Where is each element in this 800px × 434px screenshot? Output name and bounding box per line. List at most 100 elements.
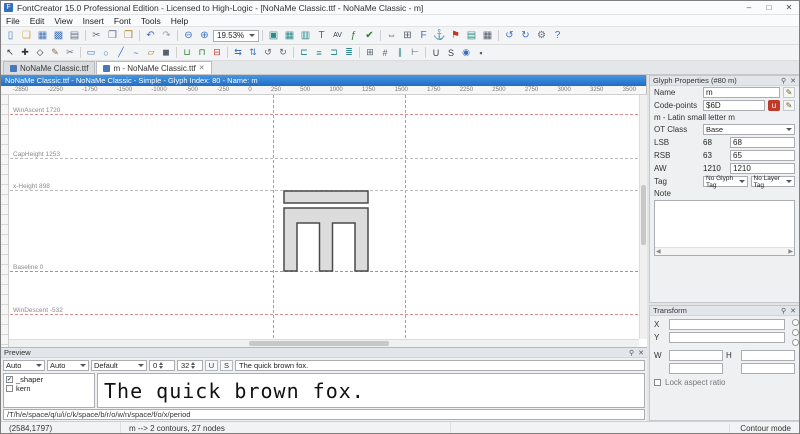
up-arrow-icon[interactable] xyxy=(191,361,196,365)
pen-tool-icon[interactable]: ✎ xyxy=(48,46,62,59)
grid-icon[interactable]: ▦ xyxy=(480,29,495,43)
copy-icon[interactable]: ❐ xyxy=(105,29,120,43)
font-overview-icon[interactable]: ▦ xyxy=(282,29,297,43)
list-item[interactable]: ✔ _shaper xyxy=(6,375,92,384)
h-field[interactable] xyxy=(741,350,795,361)
glyph-canvas[interactable]: WinAscent 1720 CapHeight 1253 x-Height 8… xyxy=(1,95,647,347)
metrics-lines-icon[interactable]: ⊢ xyxy=(408,46,422,59)
menu-tools[interactable]: Tools xyxy=(136,15,166,26)
maximize-button[interactable]: □ xyxy=(759,1,779,14)
anchor-dot[interactable] xyxy=(792,319,799,326)
checkbox-unchecked[interactable] xyxy=(6,385,13,392)
lock-aspect-row[interactable]: Lock aspect ratio xyxy=(650,375,799,390)
pin-icon[interactable]: ⚲ xyxy=(781,77,786,85)
preview-toggle-icon[interactable]: ◉ xyxy=(459,46,473,59)
tab-font-overview[interactable]: NoNaMe Classic.ttf xyxy=(3,61,96,74)
tables-icon[interactable]: ▤ xyxy=(464,29,479,43)
strike-toggle-icon[interactable]: S xyxy=(444,46,458,59)
rotate-cw-icon[interactable]: ↻ xyxy=(276,46,290,59)
preview-language-select[interactable]: Auto xyxy=(47,359,89,371)
undo-icon[interactable]: ↶ xyxy=(143,29,158,43)
menu-edit[interactable]: Edit xyxy=(25,15,50,26)
strike-button[interactable]: S xyxy=(220,359,233,371)
save-all-icon[interactable]: ▩ xyxy=(51,29,66,43)
checkbox-checked[interactable]: ✔ xyxy=(6,376,13,383)
w-field[interactable] xyxy=(669,350,723,361)
font-properties-icon[interactable]: F xyxy=(416,29,431,43)
opentype-designer-icon[interactable]: ƒ xyxy=(346,29,361,43)
snap-to-grid-icon[interactable]: ⊞ xyxy=(363,46,377,59)
canvas-vertical-scrollbar[interactable] xyxy=(639,95,647,339)
union-icon[interactable]: ⊔ xyxy=(180,46,194,59)
open-icon[interactable]: ❏ xyxy=(19,29,34,43)
close-icon[interactable]: ✕ xyxy=(790,307,796,315)
close-button[interactable]: ✕ xyxy=(779,1,799,14)
canvas-horizontal-scrollbar[interactable] xyxy=(9,339,639,347)
rsb-field[interactable] xyxy=(730,150,795,161)
underline-button[interactable]: U xyxy=(205,359,218,371)
edit-codepoints-icon[interactable]: ✎ xyxy=(783,100,795,111)
stepper-arrows[interactable] xyxy=(191,361,196,369)
scrollbar-thumb[interactable] xyxy=(249,341,389,346)
codepoints-field[interactable] xyxy=(703,100,765,111)
test-font-icon[interactable]: T xyxy=(314,29,329,43)
pin-icon[interactable]: ⚲ xyxy=(781,307,786,315)
preview-size-stepper[interactable]: 32 xyxy=(177,359,203,371)
menu-insert[interactable]: Insert xyxy=(78,15,109,26)
x-field[interactable] xyxy=(669,319,785,330)
comparison-icon[interactable]: ▥ xyxy=(298,29,313,43)
align-right-icon[interactable]: ⊐ xyxy=(327,46,341,59)
down-arrow-icon[interactable] xyxy=(159,365,164,369)
y-field[interactable] xyxy=(669,332,785,343)
up-arrow-icon[interactable] xyxy=(159,361,164,365)
preview-features-select[interactable]: Default xyxy=(91,359,147,371)
note-field[interactable]: ◀ ▶ xyxy=(654,200,795,256)
line-tool-icon[interactable]: ╱ xyxy=(114,46,128,59)
help-icon[interactable]: ? xyxy=(550,29,565,43)
preview-script-select[interactable]: Auto xyxy=(3,359,45,371)
zoom-out-icon[interactable]: ⊖ xyxy=(181,29,196,43)
anchor-dot[interactable] xyxy=(792,339,799,346)
anchor-point-selector[interactable] xyxy=(791,318,799,347)
note-scrollbar[interactable]: ◀ ▶ xyxy=(655,247,794,255)
select-tool-icon[interactable]: ↖ xyxy=(3,46,17,59)
exclude-icon[interactable]: ⊟ xyxy=(210,46,224,59)
kerning-icon[interactable]: AV xyxy=(330,29,345,43)
flag-icon[interactable]: ⚑ xyxy=(448,29,463,43)
autometrics-icon[interactable]: ⇔ xyxy=(384,29,399,43)
aw-field[interactable] xyxy=(730,163,795,174)
mode-indicator[interactable]: Contour mode xyxy=(729,424,799,433)
anchor-dot[interactable] xyxy=(792,329,799,336)
glyph-overview-icon[interactable]: ▣ xyxy=(266,29,281,43)
lock-aspect-checkbox[interactable] xyxy=(654,379,661,386)
align-center-icon[interactable]: ≡ xyxy=(312,46,326,59)
freehand-tool-icon[interactable]: ~ xyxy=(129,46,143,59)
name-field[interactable] xyxy=(703,87,780,98)
redo-icon[interactable]: ↷ xyxy=(159,29,174,43)
layer-tag-select[interactable]: No Layer Tag xyxy=(750,175,795,189)
down-arrow-icon[interactable] xyxy=(191,365,196,369)
scrollbar-thumb[interactable] xyxy=(641,185,646,245)
cut-icon[interactable]: ✂ xyxy=(89,29,104,43)
tab-close-icon[interactable]: ✕ xyxy=(199,64,205,72)
scale-y-field[interactable] xyxy=(741,363,795,374)
menu-view[interactable]: View xyxy=(49,15,77,26)
list-item[interactable]: kern xyxy=(6,384,92,393)
save-icon[interactable]: ▦ xyxy=(35,29,50,43)
zoom-in-icon[interactable]: ⊕ xyxy=(197,29,212,43)
close-icon[interactable]: ✕ xyxy=(790,77,796,85)
zoom-level-select[interactable]: 19.53% xyxy=(213,29,259,42)
close-icon[interactable]: ✕ xyxy=(638,349,644,357)
tab-glyph-m[interactable]: m - NoNaMe Classic.ttf ✕ xyxy=(96,61,212,74)
knife-tool-icon[interactable]: ✂ xyxy=(63,46,77,59)
rectangle-tool-icon[interactable]: ▭ xyxy=(84,46,98,59)
right-arrow-icon[interactable]: ▶ xyxy=(788,248,793,255)
settings-icon[interactable]: ⚙ xyxy=(534,29,549,43)
underline-toggle-icon[interactable]: U xyxy=(429,46,443,59)
guidelines-icon[interactable]: ∥ xyxy=(393,46,407,59)
new-document-icon[interactable]: ▯ xyxy=(3,29,18,43)
unicode-badge-icon[interactable]: u xyxy=(768,100,780,111)
rotate-right-icon[interactable]: ↻ xyxy=(518,29,533,43)
distribute-icon[interactable]: ≣ xyxy=(342,46,356,59)
minimize-button[interactable]: – xyxy=(739,1,759,14)
